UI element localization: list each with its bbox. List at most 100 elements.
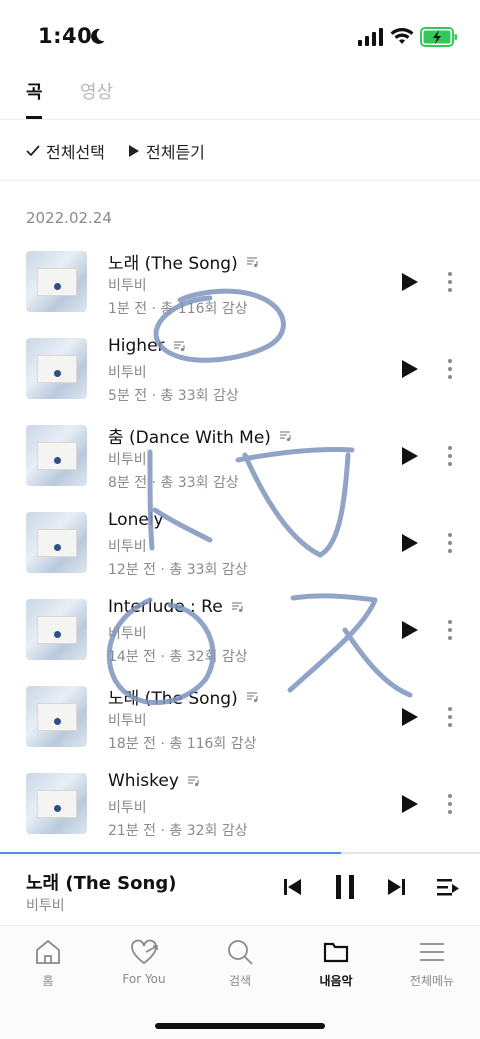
envelope-seal <box>54 370 61 377</box>
menu-icon <box>420 943 444 961</box>
track-row[interactable]: 춤 (Dance With Me) 비투비 8분 전 · 총 33회 감상 <box>0 425 480 512</box>
lyrics-icon <box>246 691 258 702</box>
nav-home[interactable]: 홈 <box>0 938 96 989</box>
nav-my-music[interactable]: 내음악 <box>288 938 384 989</box>
active-tab-indicator <box>26 116 42 119</box>
track-title-row: 노래 (The Song) <box>108 249 258 274</box>
more-options-icon[interactable] <box>442 445 458 467</box>
track-title-row: Interlude : Re <box>108 597 243 617</box>
nav-label: For You <box>122 972 166 986</box>
heart-icon <box>131 939 158 965</box>
playlist-queue-icon[interactable] <box>436 877 460 897</box>
more-options-icon[interactable] <box>442 793 458 815</box>
envelope-art <box>37 442 77 470</box>
track-meta: 18분 전 · 총 116회 감상 <box>108 736 257 752</box>
select-all-button[interactable]: 전체선택 <box>26 139 105 163</box>
nav-for-you[interactable]: For You <box>96 938 192 986</box>
envelope-art <box>37 355 77 383</box>
more-options-icon[interactable] <box>442 358 458 380</box>
track-row[interactable]: Whiskey 비투비 21분 전 · 총 32회 감상 <box>0 771 480 860</box>
track-title: 노래 (The Song) <box>108 254 238 274</box>
mini-player[interactable]: 노래 (The Song) 비투비 <box>0 852 480 924</box>
lyrics-icon <box>231 602 243 613</box>
wifi-icon <box>390 28 414 44</box>
status-bar: 1:40 <box>0 0 480 70</box>
play-icon[interactable] <box>398 358 420 380</box>
play-icon[interactable] <box>398 706 420 728</box>
progress-bar[interactable] <box>0 852 480 854</box>
now-playing-artist: 비투비 <box>26 898 65 914</box>
envelope-seal <box>54 631 61 638</box>
more-options-icon[interactable] <box>442 619 458 641</box>
envelope-seal <box>54 457 61 464</box>
track-title-row: 춤 (Dance With Me) <box>108 423 291 448</box>
envelope-art <box>37 529 77 557</box>
envelope-seal <box>54 805 61 812</box>
pause-icon[interactable] <box>333 873 357 901</box>
album-art <box>26 512 87 573</box>
more-options-icon[interactable] <box>442 271 458 293</box>
track-row[interactable]: Higher 비투비 5분 전 · 총 33회 감상 <box>0 336 480 425</box>
envelope-art <box>37 268 77 296</box>
envelope-seal <box>54 718 61 725</box>
tab-songs[interactable]: 곡 <box>26 78 43 104</box>
nav-full-menu[interactable]: 전체메뉴 <box>384 938 480 989</box>
bottom-navigation: 홈 For You 검색 내음악 전체메뉴 <box>0 925 480 1039</box>
progress-fill <box>0 852 341 854</box>
play-icon[interactable] <box>398 271 420 293</box>
track-row[interactable]: 노래 (The Song) 비투비 18분 전 · 총 116회 감상 <box>0 686 480 773</box>
lyrics-icon <box>187 776 199 787</box>
envelope-art <box>37 616 77 644</box>
envelope-seal <box>54 283 61 290</box>
track-row[interactable]: 노래 (The Song) 비투비 1분 전 · 총 116회 감상 <box>0 251 480 338</box>
track-meta: 5분 전 · 총 33회 감상 <box>108 388 239 404</box>
track-artist: 비투비 <box>108 539 147 555</box>
track-row[interactable]: Lonely 비투비 12분 전 · 총 33회 감상 <box>0 510 480 599</box>
nav-label: 검색 <box>228 974 252 988</box>
track-artist: 비투비 <box>108 452 147 468</box>
home-indicator <box>155 1023 325 1029</box>
play-icon <box>129 145 139 157</box>
envelope-seal <box>54 544 61 551</box>
play-icon[interactable] <box>398 619 420 641</box>
album-art <box>26 251 87 312</box>
action-bar: 전체선택 전체듣기 <box>0 121 480 179</box>
track-meta: 21분 전 · 총 32회 감상 <box>108 823 248 839</box>
play-icon[interactable] <box>398 445 420 467</box>
moon-icon <box>91 28 105 44</box>
album-art <box>26 599 87 660</box>
track-meta: 14분 전 · 총 32회 감상 <box>108 649 248 665</box>
track-artist: 비투비 <box>108 713 147 729</box>
envelope-art <box>37 703 77 731</box>
nav-label: 내음악 <box>319 974 353 988</box>
play-icon[interactable] <box>398 793 420 815</box>
next-track-icon[interactable] <box>386 877 406 897</box>
lyrics-icon <box>279 430 291 441</box>
track-title: Interlude : Re <box>108 597 223 617</box>
more-options-icon[interactable] <box>442 706 458 728</box>
track-title-row: Higher <box>108 336 185 356</box>
track-title: Whiskey <box>108 771 179 791</box>
more-options-icon[interactable] <box>442 532 458 554</box>
status-time: 1:40 <box>38 24 93 48</box>
track-list: 2022.02.24 노래 (The Song) 비투비 1분 전 · 총 11… <box>0 180 480 852</box>
date-header: 2022.02.24 <box>26 209 112 227</box>
play-all-button[interactable]: 전체듣기 <box>128 139 205 163</box>
search-icon <box>228 940 253 965</box>
track-title: 춤 (Dance With Me) <box>108 428 271 448</box>
play-icon[interactable] <box>398 532 420 554</box>
track-meta: 8분 전 · 총 33회 감상 <box>108 475 239 491</box>
track-title: Higher <box>108 336 165 356</box>
content-tabs: 곡 영상 <box>0 70 480 120</box>
album-art <box>26 773 87 834</box>
tab-videos[interactable]: 영상 <box>80 78 113 104</box>
nav-label: 홈 <box>42 974 54 988</box>
track-title-row: Whiskey <box>108 771 199 791</box>
envelope-art <box>37 790 77 818</box>
previous-track-icon[interactable] <box>283 877 303 897</box>
play-all-label: 전체듣기 <box>146 143 205 162</box>
album-art <box>26 686 87 747</box>
nav-search[interactable]: 검색 <box>192 938 288 989</box>
lyrics-icon <box>246 256 258 267</box>
track-row[interactable]: Interlude : Re 비투비 14분 전 · 총 32회 감상 <box>0 597 480 686</box>
